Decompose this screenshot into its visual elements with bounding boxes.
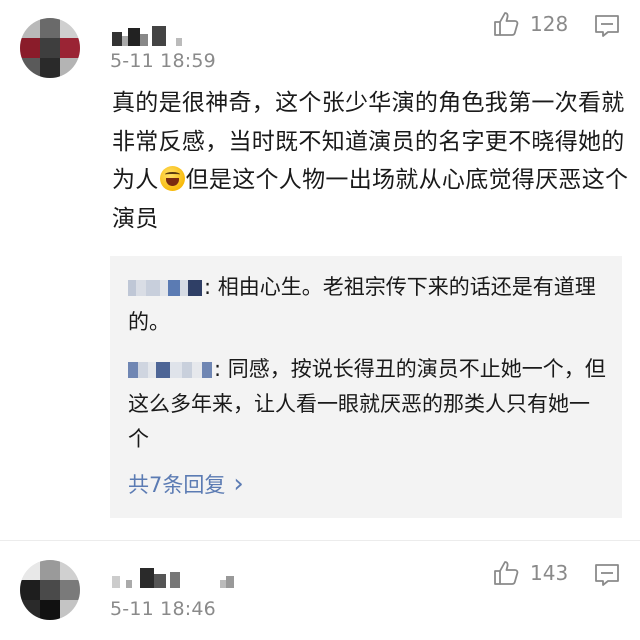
reply-username-mosaic[interactable] [128, 359, 212, 381]
thumbs-up-icon [494, 12, 519, 36]
avatar[interactable] [20, 18, 80, 78]
laughing-face-icon [159, 166, 185, 191]
username-mosaic[interactable] [112, 20, 182, 46]
comment-icon [595, 15, 619, 37]
comment-button[interactable] [594, 14, 620, 42]
like-button[interactable]: 128 [492, 10, 568, 38]
like-count: 143 [530, 561, 569, 585]
comment-body: 真的是很神奇，这个张少华演的角色我第一次看就非常反感，当时既不知道演员的名字更不… [112, 84, 632, 238]
thumbs-up-icon [494, 561, 519, 585]
comment-time: 5-11 18:46 [110, 598, 216, 620]
reply-username-mosaic[interactable] [128, 277, 202, 299]
chevron-right-icon: › [233, 469, 244, 499]
divider [0, 540, 640, 541]
view-more-replies-link[interactable]: 共7条回复 › [128, 469, 244, 499]
like-count: 128 [530, 12, 569, 36]
like-button[interactable]: 143 [492, 559, 568, 587]
avatar[interactable] [20, 560, 80, 620]
comment-button[interactable] [594, 563, 620, 591]
reply-item[interactable]: : 相由心生。老祖宗传下来的话还是有道理的。 [128, 270, 608, 340]
comment-text-cont: 但是这个人物一出场就从心底觉得厌恶这个演员 [112, 167, 629, 232]
reply-item[interactable]: : 同感，按说长得丑的演员不止她一个，但这么多年来，让人看一眼就厌恶的那类人只有… [128, 352, 608, 457]
comment-time: 5-11 18:59 [110, 50, 216, 72]
comment-icon [595, 564, 619, 586]
replies-panel: : 相由心生。老祖宗传下来的话还是有道理的。 : 同感，按说长得丑的演员不止她一… [110, 256, 622, 518]
username-mosaic[interactable] [112, 562, 234, 588]
more-replies-label: 共7条回复 [128, 473, 226, 497]
